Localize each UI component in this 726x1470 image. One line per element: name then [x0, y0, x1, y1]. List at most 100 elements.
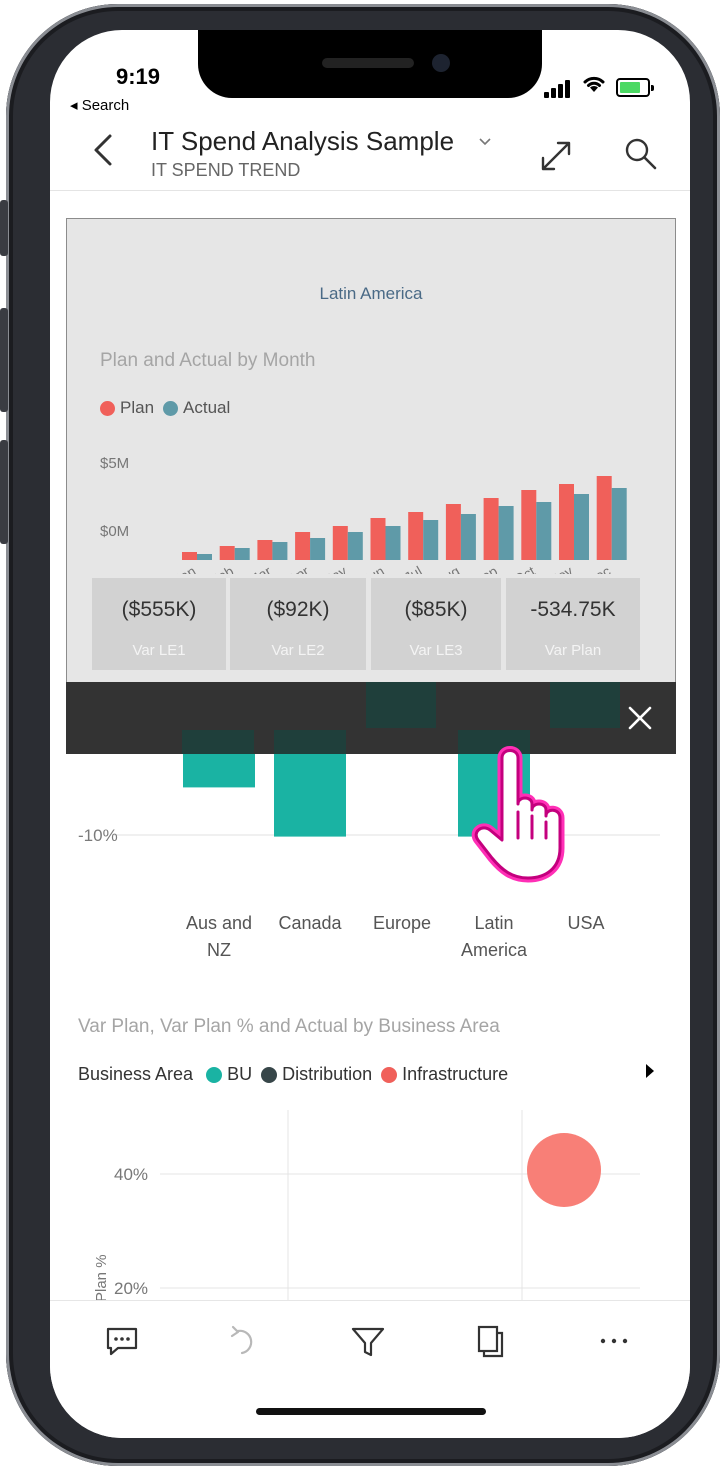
back-chevron-icon[interactable]: [90, 132, 114, 175]
plan-legend-dot: [100, 400, 115, 416]
bar-actual-may[interactable]: [347, 532, 363, 560]
kpi-value: -534.75K: [530, 598, 616, 621]
month-tick-jul: Jul: [401, 563, 425, 574]
monthly-legend: Plan Actual: [100, 398, 230, 418]
bar-actual-oct[interactable]: [536, 502, 552, 560]
bar-actual-dec[interactable]: [611, 488, 627, 560]
month-tick-mar: Mar: [245, 563, 274, 574]
overlay-bar-canada-top: [274, 730, 346, 754]
bar-plan-mar[interactable]: [257, 540, 273, 560]
undo-icon[interactable]: [224, 1321, 264, 1361]
bar-plan-nov[interactable]: [559, 484, 574, 560]
scatter-chart-title: Var Plan, Var Plan % and Actual by Busin…: [78, 1016, 500, 1037]
overlay-bar-europe-top: [366, 682, 436, 728]
month-tick-oct: Oct: [511, 563, 538, 574]
month-tick-jun: Jun: [359, 563, 387, 574]
screen: 9:19 ◂ Search IT Spend Analysis Sample I…: [50, 30, 690, 1438]
bar-actual-jan[interactable]: [197, 554, 212, 560]
bar-plan-may[interactable]: [332, 526, 348, 560]
bar-plan-oct[interactable]: [521, 490, 537, 560]
phone-volume-up: [0, 308, 8, 412]
scatter-ytick-1: 20%: [114, 1279, 148, 1298]
header-divider: [50, 190, 690, 191]
monthly-bar-chart: $5M $0M Jan Feb Mar Apr May Jun Jul Aug Sep Oct No…: [100, 455, 627, 574]
bar-actual-aug[interactable]: [460, 514, 476, 560]
actual-legend-dot: [163, 400, 179, 416]
kpi-label: Var LE1: [132, 642, 186, 659]
kpi-card-var-le1[interactable]: ($555K) Var LE1: [92, 578, 226, 670]
infrastructure-legend-dot: [381, 1066, 398, 1083]
filter-icon[interactable]: [348, 1321, 388, 1361]
scatter-chart: 40% 20% Plan %: [93, 1110, 640, 1310]
title-dropdown-chevron-icon[interactable]: [478, 134, 492, 150]
scatter-legend-title: Business Area: [78, 1064, 194, 1084]
bar-plan-jun[interactable]: [370, 518, 386, 560]
month-tick-sep: Sep: [471, 563, 501, 574]
cellular-signal-icon: [544, 78, 572, 98]
bar-plan-apr[interactable]: [295, 532, 311, 560]
scatter-legend: Business Area BU Distribution Infrastruc…: [78, 1064, 508, 1085]
tooltip-dismiss-bar[interactable]: [66, 682, 676, 754]
bar-plan-sep[interactable]: [483, 498, 499, 560]
camera: [432, 54, 450, 72]
kpi-card-var-le2[interactable]: ($92K) Var LE2: [230, 578, 366, 670]
plan-legend-label: Plan: [120, 398, 155, 417]
report-title[interactable]: IT Spend Analysis Sample: [151, 126, 454, 157]
month-tick-aug: Aug: [433, 563, 463, 574]
kpi-label: Var LE2: [271, 642, 325, 659]
close-icon[interactable]: [622, 700, 658, 736]
monthly-ytick-0: $5M: [100, 455, 129, 472]
bar-actual-mar[interactable]: [272, 542, 288, 560]
comment-icon[interactable]: [102, 1321, 142, 1361]
variance-ytick-1: -10%: [78, 826, 118, 845]
bar-actual-nov[interactable]: [574, 494, 589, 560]
more-options-icon[interactable]: [594, 1321, 634, 1361]
bu-legend-label: BU: [227, 1064, 253, 1084]
kpi-label: Var LE3: [409, 642, 463, 659]
bar-actual-jul[interactable]: [423, 520, 439, 560]
legend-next-arrow-icon[interactable]: [644, 1062, 656, 1086]
month-tick-dec: Dec: [584, 563, 614, 574]
search-icon[interactable]: [621, 134, 661, 174]
bar-plan-dec[interactable]: [596, 476, 612, 560]
bar-plan-aug[interactable]: [445, 504, 461, 560]
month-tick-nov: Nov: [546, 563, 576, 574]
distribution-legend-dot: [261, 1066, 278, 1083]
monthly-chart-title: Plan and Actual by Month: [100, 350, 316, 371]
phone-volume-down: [0, 440, 8, 544]
bottom-toolbar: [50, 1300, 690, 1438]
kpi-value: ($92K): [266, 598, 330, 621]
copy-pages-icon[interactable]: [470, 1321, 510, 1361]
month-tick-feb: Feb: [207, 563, 236, 574]
kpi-card-var-plan[interactable]: -534.75K Var Plan: [506, 578, 640, 670]
bar-actual-apr[interactable]: [310, 538, 326, 560]
battery-icon: [616, 78, 654, 97]
month-tick-may: May: [318, 563, 349, 574]
phone-side-button: [0, 200, 8, 256]
bar-plan-feb[interactable]: [219, 546, 235, 560]
status-back-link[interactable]: ◂ Search: [70, 96, 129, 114]
bu-legend-dot: [206, 1066, 223, 1083]
distribution-legend-label: Distribution: [282, 1064, 373, 1084]
expand-icon[interactable]: [538, 138, 574, 174]
monthly-ytick-1: $0M: [100, 523, 129, 540]
scatter-ylabel: Plan %: [93, 1254, 110, 1302]
bar-actual-jun[interactable]: [385, 526, 401, 560]
bar-plan-jan[interactable]: [182, 552, 197, 560]
kpi-card-var-le3[interactable]: ($85K) Var LE3: [371, 578, 501, 670]
bar-actual-sep[interactable]: [498, 506, 514, 560]
kpi-value: ($555K): [121, 598, 197, 621]
kpi-value: ($85K): [404, 598, 468, 621]
bar-actual-feb[interactable]: [234, 548, 250, 560]
kpi-label: Var Plan: [544, 642, 602, 659]
wifi-icon: [582, 74, 606, 100]
home-indicator: [256, 1408, 486, 1415]
tap-hand-cursor-icon: [466, 740, 576, 890]
infrastructure-bubble[interactable]: [527, 1133, 601, 1207]
scatter-ytick-0: 40%: [114, 1165, 148, 1184]
bar-plan-jul[interactable]: [408, 512, 424, 560]
tooltip-region-title: Latin America: [319, 284, 423, 303]
month-tick-apr: Apr: [285, 563, 312, 574]
month-tick-jan: Jan: [171, 563, 199, 574]
overlay-bar-aus-top: [182, 730, 254, 754]
